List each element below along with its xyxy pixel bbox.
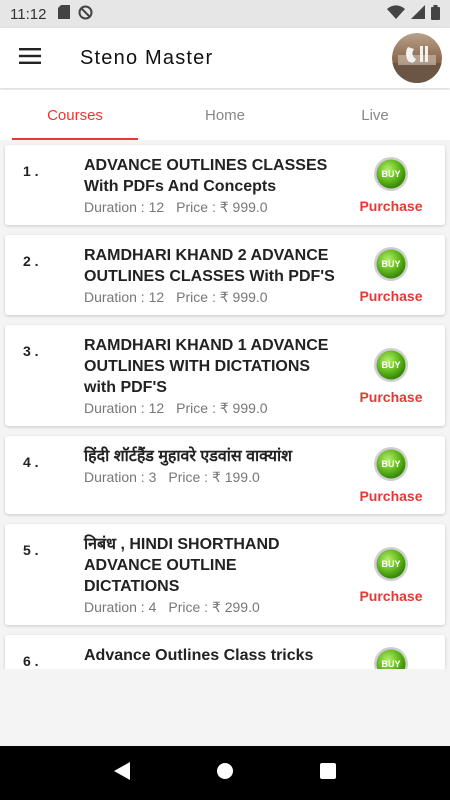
purchase-label: Purchase bbox=[359, 587, 423, 604]
recents-square-icon bbox=[320, 762, 337, 784]
buy-badge-icon: BUY bbox=[373, 246, 409, 282]
course-duration: Duration : 3 bbox=[84, 469, 157, 485]
data-saver-icon bbox=[78, 5, 93, 24]
course-meta: Duration : 12 Price : ₹ 999.0 bbox=[84, 398, 335, 418]
back-triangle-icon bbox=[113, 761, 130, 785]
course-meta: Duration : 4 Price : ₹ 299.0 bbox=[84, 597, 335, 617]
purchase-button[interactable]: BUY Purchase bbox=[355, 156, 427, 214]
course-list[interactable]: 1 . ADVANCE OUTLINES CLASSES With PDFs A… bbox=[0, 141, 450, 669]
purchase-label: Purchase bbox=[359, 198, 423, 214]
home-circle-icon bbox=[216, 762, 234, 785]
buy-badge-icon: BUY bbox=[373, 446, 409, 482]
app-title: Steno Master bbox=[80, 46, 214, 69]
purchase-button[interactable]: BUY Purchase bbox=[355, 546, 427, 604]
wifi-icon bbox=[387, 5, 405, 23]
course-title: RAMDHARI KHAND 1 ADVANCE OUTLINES WITH D… bbox=[84, 337, 329, 396]
recents-button[interactable] bbox=[313, 758, 343, 788]
course-card[interactable]: 5 . निबंध , HINDI SHORTHAND ADVANCE OUTL… bbox=[5, 524, 445, 625]
course-number: 1 . bbox=[23, 163, 39, 179]
course-title: हिंदी शॉर्टहैंड मुहावरे एडवांस वाक्यांश bbox=[84, 448, 293, 465]
back-button[interactable] bbox=[107, 758, 137, 788]
sd-card-icon bbox=[58, 5, 71, 23]
buy-badge-text: BUY bbox=[381, 360, 400, 370]
buy-badge-icon: BUY bbox=[373, 156, 409, 192]
course-card[interactable]: 2 . RAMDHARI KHAND 2 ADVANCE OUTLINES CL… bbox=[5, 235, 445, 315]
course-price: Price : ₹ 199.0 bbox=[168, 469, 260, 485]
purchase-label: Purchase bbox=[359, 288, 423, 304]
profile-avatar[interactable] bbox=[392, 33, 442, 83]
course-price: Price : ₹ 999.0 bbox=[176, 400, 268, 416]
course-meta: Duration : 12 Price : ₹ 999.0 bbox=[84, 287, 335, 307]
status-time: 11:12 bbox=[10, 5, 47, 23]
purchase-button[interactable]: BUY Purchase bbox=[355, 646, 427, 669]
buy-badge-icon: BUY bbox=[373, 646, 409, 669]
status-bar: 11:12 bbox=[0, 0, 450, 28]
buy-badge-text: BUY bbox=[381, 259, 400, 269]
course-price: Price : ₹ 999.0 bbox=[176, 289, 268, 305]
tab-courses[interactable]: Courses bbox=[0, 90, 150, 140]
buy-badge-text: BUY bbox=[381, 459, 400, 469]
app-bar: Steno Master bbox=[0, 28, 450, 88]
course-number: 6 . bbox=[23, 653, 39, 669]
course-card[interactable]: 6 . Advance Outlines Class tricks With A… bbox=[5, 635, 445, 669]
buy-badge-icon: BUY bbox=[373, 347, 409, 383]
tab-home[interactable]: Home bbox=[150, 90, 300, 140]
course-number: 4 . bbox=[23, 454, 39, 470]
buy-badge-text: BUY bbox=[381, 559, 400, 569]
tab-live[interactable]: Live bbox=[300, 90, 450, 140]
course-price: Price : ₹ 299.0 bbox=[168, 599, 260, 615]
course-duration: Duration : 12 bbox=[84, 289, 165, 305]
course-number: 5 . bbox=[23, 542, 39, 558]
course-card[interactable]: 1 . ADVANCE OUTLINES CLASSES With PDFs A… bbox=[5, 145, 445, 225]
course-number: 2 . bbox=[23, 253, 39, 269]
course-duration: Duration : 4 bbox=[84, 599, 157, 615]
course-card[interactable]: 4 . हिंदी शॉर्टहैंड मुहावरे एडवांस वाक्य… bbox=[5, 436, 445, 514]
purchase-label: Purchase bbox=[359, 488, 423, 504]
course-title: निबंध , HINDI SHORTHAND ADVANCE OUTLINE … bbox=[84, 536, 280, 595]
course-title: ADVANCE OUTLINES CLASSES With PDFs And C… bbox=[84, 157, 328, 195]
course-card[interactable]: 3 . RAMDHARI KHAND 1 ADVANCE OUTLINES WI… bbox=[5, 325, 445, 426]
battery-icon bbox=[431, 4, 440, 24]
buy-badge-text: BUY bbox=[381, 169, 400, 179]
course-meta: Duration : 12 Price : ₹ 999.0 bbox=[84, 197, 335, 217]
purchase-label: Purchase bbox=[359, 388, 423, 405]
menu-button[interactable] bbox=[0, 28, 60, 88]
course-title: RAMDHARI KHAND 2 ADVANCE OUTLINES CLASSE… bbox=[84, 247, 335, 285]
buy-badge-icon: BUY bbox=[373, 546, 409, 582]
purchase-button[interactable]: BUY Purchase bbox=[355, 347, 427, 405]
hamburger-menu-icon bbox=[19, 47, 41, 69]
signal-icon bbox=[411, 5, 425, 23]
course-price: Price : ₹ 999.0 bbox=[176, 199, 268, 215]
system-nav-bar bbox=[0, 746, 450, 800]
purchase-button[interactable]: BUY Purchase bbox=[355, 446, 427, 504]
purchase-button[interactable]: BUY Purchase bbox=[355, 246, 427, 304]
course-duration: Duration : 12 bbox=[84, 400, 165, 416]
course-title: Advance Outlines Class tricks With Advan… bbox=[84, 647, 314, 669]
home-button[interactable] bbox=[210, 758, 240, 788]
course-duration: Duration : 12 bbox=[84, 199, 165, 215]
tab-bar: Courses Home Live bbox=[0, 90, 450, 140]
course-number: 3 . bbox=[23, 343, 39, 359]
buy-badge-text: BUY bbox=[381, 659, 400, 669]
course-meta: Duration : 3 Price : ₹ 199.0 bbox=[84, 467, 335, 487]
